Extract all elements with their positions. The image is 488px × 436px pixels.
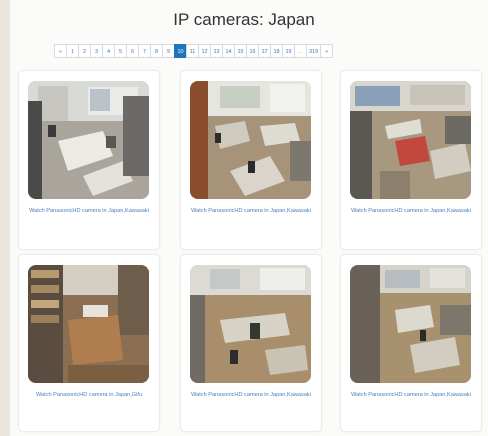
camera-link[interactable]: Watch PanasonicHD camera in Japan,Kawasa… (187, 207, 315, 216)
camera-card: Watch PanasonicHD camera in Japan,Kawasa… (180, 70, 322, 250)
pagination: « 1 2 3 4 5 6 7 8 9 10 11 12 13 14 15 16… (54, 44, 334, 58)
camera-thumbnail[interactable] (28, 81, 149, 199)
camera-card: Watch PanasonicHD camera in Japan,Kawasa… (340, 70, 482, 250)
camera-link[interactable]: Watch PanasonicHD camera in Japan,Kawasa… (347, 391, 475, 400)
page-title: IP cameras: Japan (173, 10, 315, 29)
camera-thumbnail[interactable] (28, 265, 149, 383)
camera-link[interactable]: Watch PanasonicHD camera in Japan,Gifu (25, 391, 153, 400)
page-link-319[interactable]: 319 (306, 44, 322, 58)
camera-link[interactable]: Watch PanasonicHD camera in Japan,Kawasa… (347, 207, 475, 216)
camera-card: Watch PanasonicHD camera in Japan,Kawasa… (180, 254, 322, 432)
camera-card: Watch PanasonicHD camera in Japan,Gifu (18, 254, 160, 432)
camera-thumbnail[interactable] (190, 81, 311, 199)
camera-card: Watch PanasonicHD camera in Japan,Kawasa… (340, 254, 482, 432)
camera-thumbnail[interactable] (190, 265, 311, 383)
camera-thumbnail[interactable] (350, 265, 471, 383)
camera-card: Watch PanasonicHD camera in Japan,Kawasa… (18, 70, 160, 250)
pagination-next[interactable]: » (320, 44, 334, 58)
camera-thumbnail[interactable] (350, 81, 471, 199)
camera-link[interactable]: Watch PanasonicHD camera in Japan,Kawasa… (25, 207, 153, 216)
camera-link[interactable]: Watch PanasonicHD camera in Japan,Kawasa… (187, 391, 315, 400)
